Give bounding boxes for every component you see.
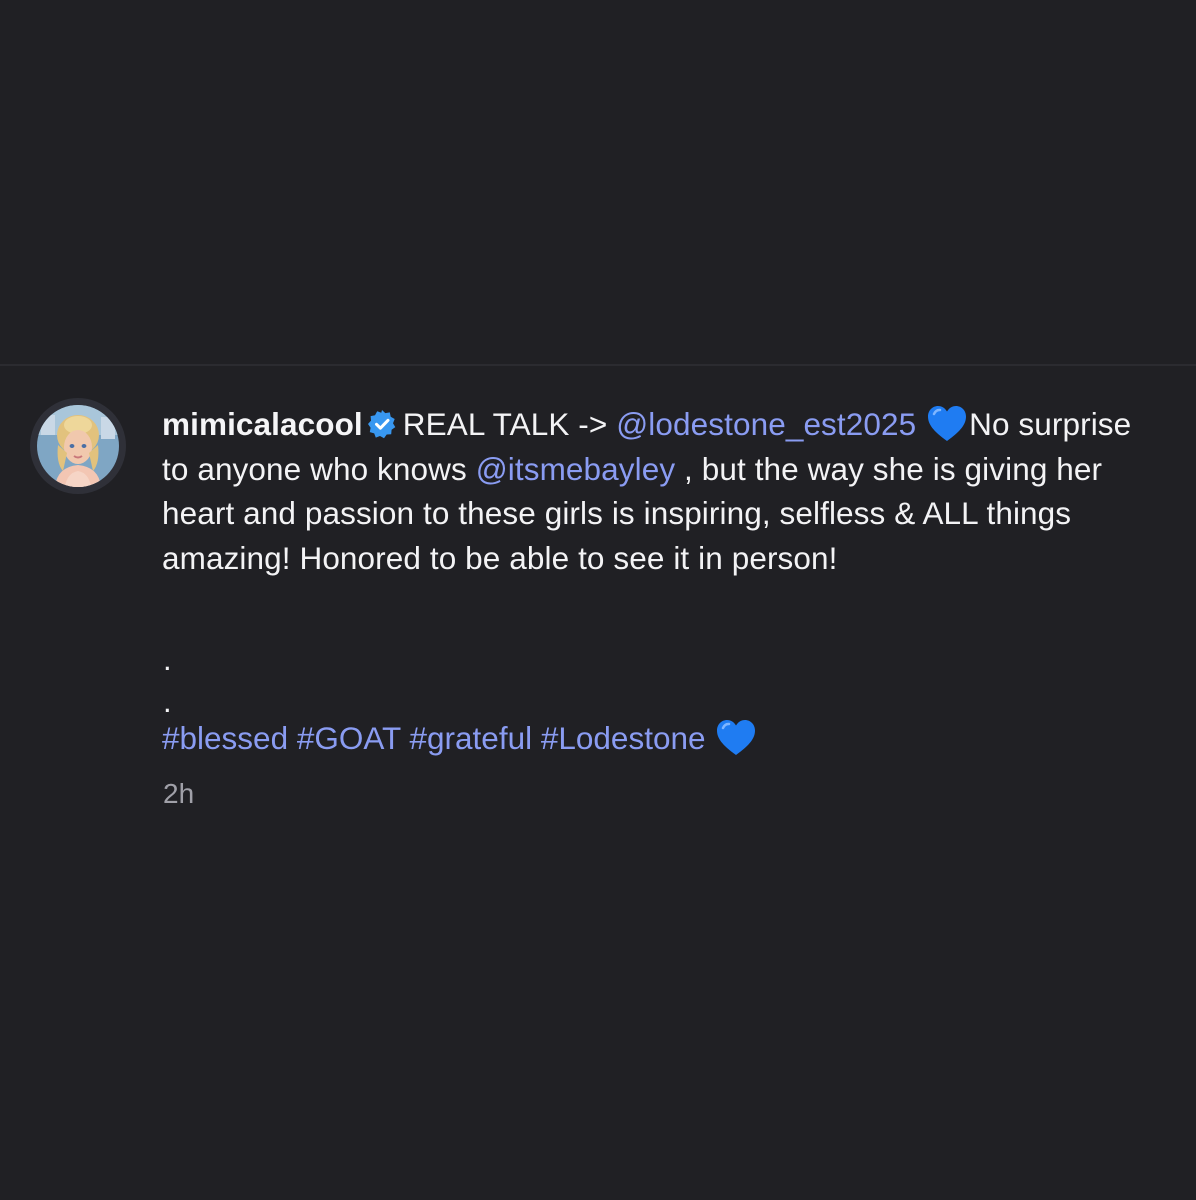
timestamp: 2h	[163, 778, 195, 809]
username-link[interactable]: mimicalacool	[162, 406, 363, 442]
mention-link-lodestone[interactable]: @lodestone_est2025	[616, 406, 916, 442]
dot-spacer: .	[163, 684, 172, 719]
caption-lead: REAL TALK ->	[402, 406, 617, 442]
comment-screen: mimicalacool REAL TALK -> @lodestone_est2…	[0, 0, 1196, 1200]
avatar[interactable]	[30, 398, 126, 494]
hashtag-grateful[interactable]: #grateful	[410, 720, 533, 756]
hashtag-blessed[interactable]: #blessed	[162, 720, 288, 756]
mention-link-bayley[interactable]: @itsmebayley	[476, 451, 676, 487]
divider	[0, 364, 1196, 366]
blue-heart-icon	[716, 719, 756, 757]
avatar-image	[37, 405, 119, 487]
post-caption: mimicalacool REAL TALK -> @lodestone_est2…	[162, 402, 1162, 580]
hashtag-list: #blessed #GOAT #grateful #Lodestone	[162, 716, 758, 760]
verified-badge-icon	[367, 409, 397, 439]
hashtag-lodestone[interactable]: #Lodestone	[541, 720, 706, 756]
blue-heart-icon	[927, 405, 967, 443]
hashtag-goat[interactable]: #GOAT	[297, 720, 401, 756]
dot-spacer: .	[163, 642, 172, 677]
